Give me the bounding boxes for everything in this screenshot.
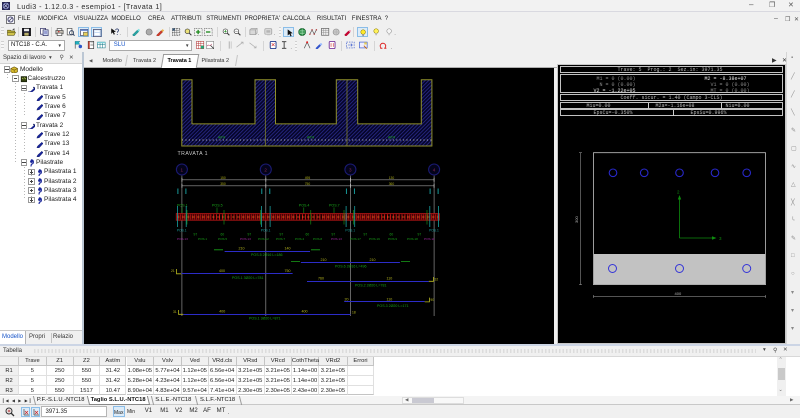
svg-text:A0%: A0% (388, 136, 395, 140)
svg-text:POS.2 2Ø20 L=781: POS.2 2Ø20 L=781 (355, 283, 386, 287)
svg-text:POS.5: POS.5 (212, 204, 223, 208)
svg-text:4: 4 (433, 168, 436, 173)
svg-text:20: 20 (345, 297, 349, 301)
svg-text:POS.4: POS.4 (295, 237, 304, 241)
svg-text:POS.12: POS.12 (258, 237, 269, 241)
svg-text:210: 210 (239, 246, 245, 250)
svg-text:97: 97 (418, 232, 422, 236)
svg-text:97: 97 (248, 232, 252, 236)
svg-text:400: 400 (302, 310, 308, 314)
svg-text:400: 400 (674, 291, 681, 296)
svg-text:97: 97 (332, 232, 336, 236)
svg-text:POS.18: POS.18 (407, 237, 418, 241)
svg-text:POS.13: POS.13 (331, 237, 342, 241)
svg-text:POS.1: POS.1 (429, 229, 439, 233)
svg-text:90: 90 (430, 298, 434, 302)
svg-text:97: 97 (364, 232, 368, 236)
svg-text:POS.3 2Ø20 L=171: POS.3 2Ø20 L=171 (377, 304, 408, 308)
svg-text:POS.11: POS.11 (424, 237, 435, 241)
svg-text:31: 31 (173, 310, 177, 314)
svg-text:495: 495 (305, 176, 311, 180)
svg-text:350: 350 (220, 182, 226, 186)
svg-text:A0%: A0% (307, 136, 314, 140)
svg-text:60: 60 (221, 232, 225, 236)
svg-text:3: 3 (349, 168, 352, 173)
svg-text:POS.1: POS.1 (177, 229, 187, 233)
svg-text:32: 32 (435, 278, 439, 282)
svg-text:2: 2 (264, 168, 267, 173)
svg-text:760: 760 (318, 277, 324, 281)
svg-text:1: 1 (181, 168, 184, 173)
svg-text:POS.8: POS.8 (313, 237, 322, 241)
svg-text:97: 97 (194, 232, 198, 236)
svg-text:750: 750 (305, 182, 311, 186)
svg-text:POS.19: POS.19 (369, 237, 380, 241)
svg-text:400: 400 (219, 269, 225, 273)
svg-text:POS.5 2Ø16 L=186: POS.5 2Ø16 L=186 (251, 253, 282, 257)
svg-text:140: 140 (285, 246, 291, 250)
svg-text:750: 750 (285, 269, 291, 273)
svg-text:110: 110 (387, 297, 393, 301)
svg-text:110: 110 (387, 277, 393, 281)
svg-text:POS.7: POS.7 (276, 237, 285, 241)
svg-text:210: 210 (370, 258, 376, 262)
svg-text:A0%: A0% (218, 136, 225, 140)
svg-text:POS.13: POS.13 (177, 237, 188, 241)
svg-text:POS.1: POS.1 (261, 229, 271, 233)
svg-text:POS.1: POS.1 (198, 237, 207, 241)
svg-text:60: 60 (306, 232, 310, 236)
svg-text:2: 2 (677, 190, 680, 195)
svg-text:POS.17: POS.17 (350, 237, 361, 241)
svg-text:POS.13: POS.13 (240, 237, 251, 241)
svg-text:360: 360 (389, 182, 395, 186)
svg-text:18: 18 (352, 311, 356, 315)
svg-text:POS.1 3Ø20 L=871: POS.1 3Ø20 L=871 (249, 316, 280, 320)
svg-text:POS.6 2Ø16 L=496: POS.6 2Ø16 L=496 (335, 265, 366, 269)
svg-text:POS.5: POS.5 (218, 237, 227, 241)
svg-text:21: 21 (171, 269, 175, 273)
svg-text:97: 97 (280, 232, 284, 236)
svg-text:POS.1: POS.1 (345, 229, 355, 233)
svg-text:300: 300 (574, 216, 579, 223)
svg-text:POS.1 3Ø20 L=781: POS.1 3Ø20 L=781 (232, 276, 263, 280)
svg-text:400: 400 (219, 310, 225, 314)
svg-text:POS.4: POS.4 (299, 204, 310, 208)
svg-text:TRAVATA 1: TRAVATA 1 (178, 151, 208, 157)
svg-text:3: 3 (719, 236, 722, 241)
svg-text:210: 210 (321, 258, 327, 262)
svg-text:POS.7: POS.7 (329, 204, 340, 208)
svg-text:POS.9: POS.9 (388, 237, 397, 241)
svg-text:130: 130 (389, 176, 395, 180)
svg-text:60: 60 (390, 232, 394, 236)
svg-text:150: 150 (220, 176, 226, 180)
